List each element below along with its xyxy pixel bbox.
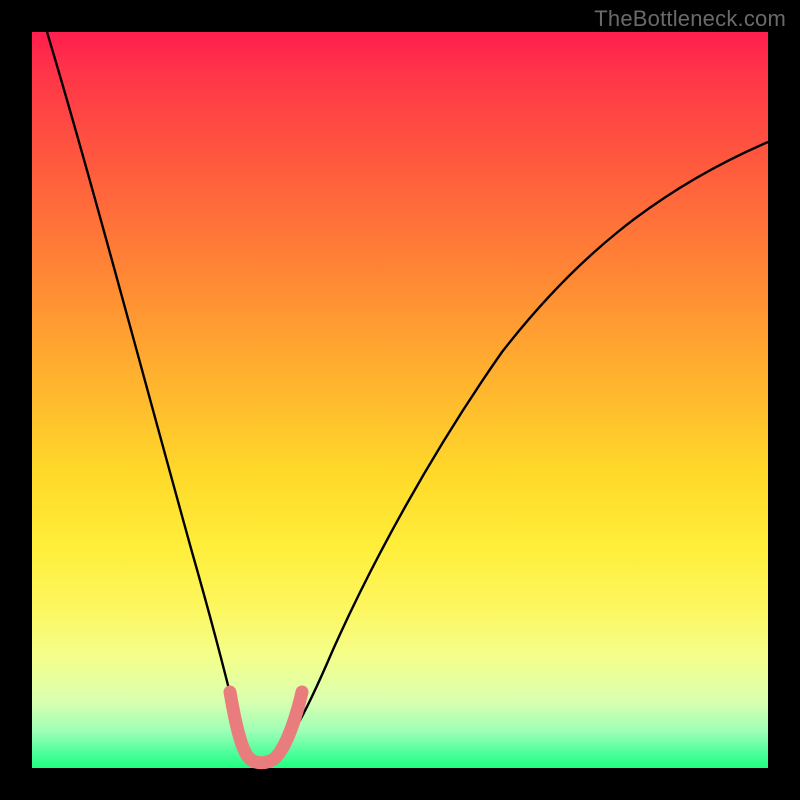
bottleneck-curve <box>47 32 768 762</box>
chart-frame: TheBottleneck.com <box>0 0 800 800</box>
valley-highlight <box>230 692 302 763</box>
plot-area <box>32 32 768 768</box>
watermark-text: TheBottleneck.com <box>594 6 786 32</box>
curve-layer <box>32 32 768 768</box>
